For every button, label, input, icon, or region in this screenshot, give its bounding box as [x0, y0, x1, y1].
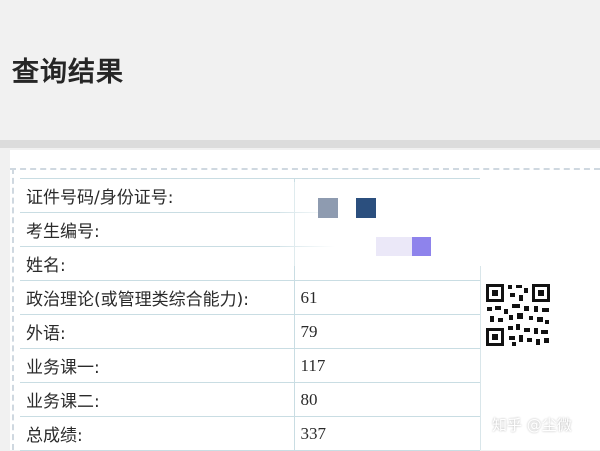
subject-two-score: 80 [293, 382, 480, 417]
id-number-label: 证件号码/身份证号: [20, 178, 294, 213]
subject-one-score: 117 [293, 348, 480, 383]
redaction-mosaic-4 [412, 237, 431, 256]
table-row: 业务课一: 117 [20, 348, 480, 383]
qr-code-icon [484, 282, 552, 348]
table-row: 总成绩: 337 [20, 416, 480, 451]
redaction-mosaic-3 [376, 237, 412, 256]
total-score-value: 337 [293, 416, 480, 451]
redaction-mosaic-2 [356, 198, 376, 218]
header-divider [0, 140, 600, 148]
table-row: 政治理论(或管理类综合能力): 61 [20, 280, 480, 315]
panel-dashed-border-top [10, 168, 600, 170]
politics-label: 政治理论(或管理类综合能力): [20, 280, 294, 315]
table-row: 业务课二: 80 [20, 382, 480, 417]
subject-one-label: 业务课一: [20, 348, 294, 383]
politics-score: 61 [293, 280, 480, 315]
page-title: 查询结果 [12, 57, 124, 88]
panel-dashed-border-left [12, 168, 14, 450]
redaction-mosaic-1 [318, 198, 338, 218]
subject-two-label: 业务课二: [20, 382, 294, 417]
candidate-number-label: 考生编号: [20, 212, 294, 247]
qr-code-graphic [484, 282, 552, 348]
watermark: 知乎 @尘微 [492, 416, 572, 434]
foreign-language-score: 79 [293, 314, 480, 349]
name-label: 姓名: [20, 246, 294, 281]
foreign-language-label: 外语: [20, 314, 294, 349]
total-score-label: 总成绩: [20, 416, 294, 451]
table-row: 外语: 79 [20, 314, 480, 349]
